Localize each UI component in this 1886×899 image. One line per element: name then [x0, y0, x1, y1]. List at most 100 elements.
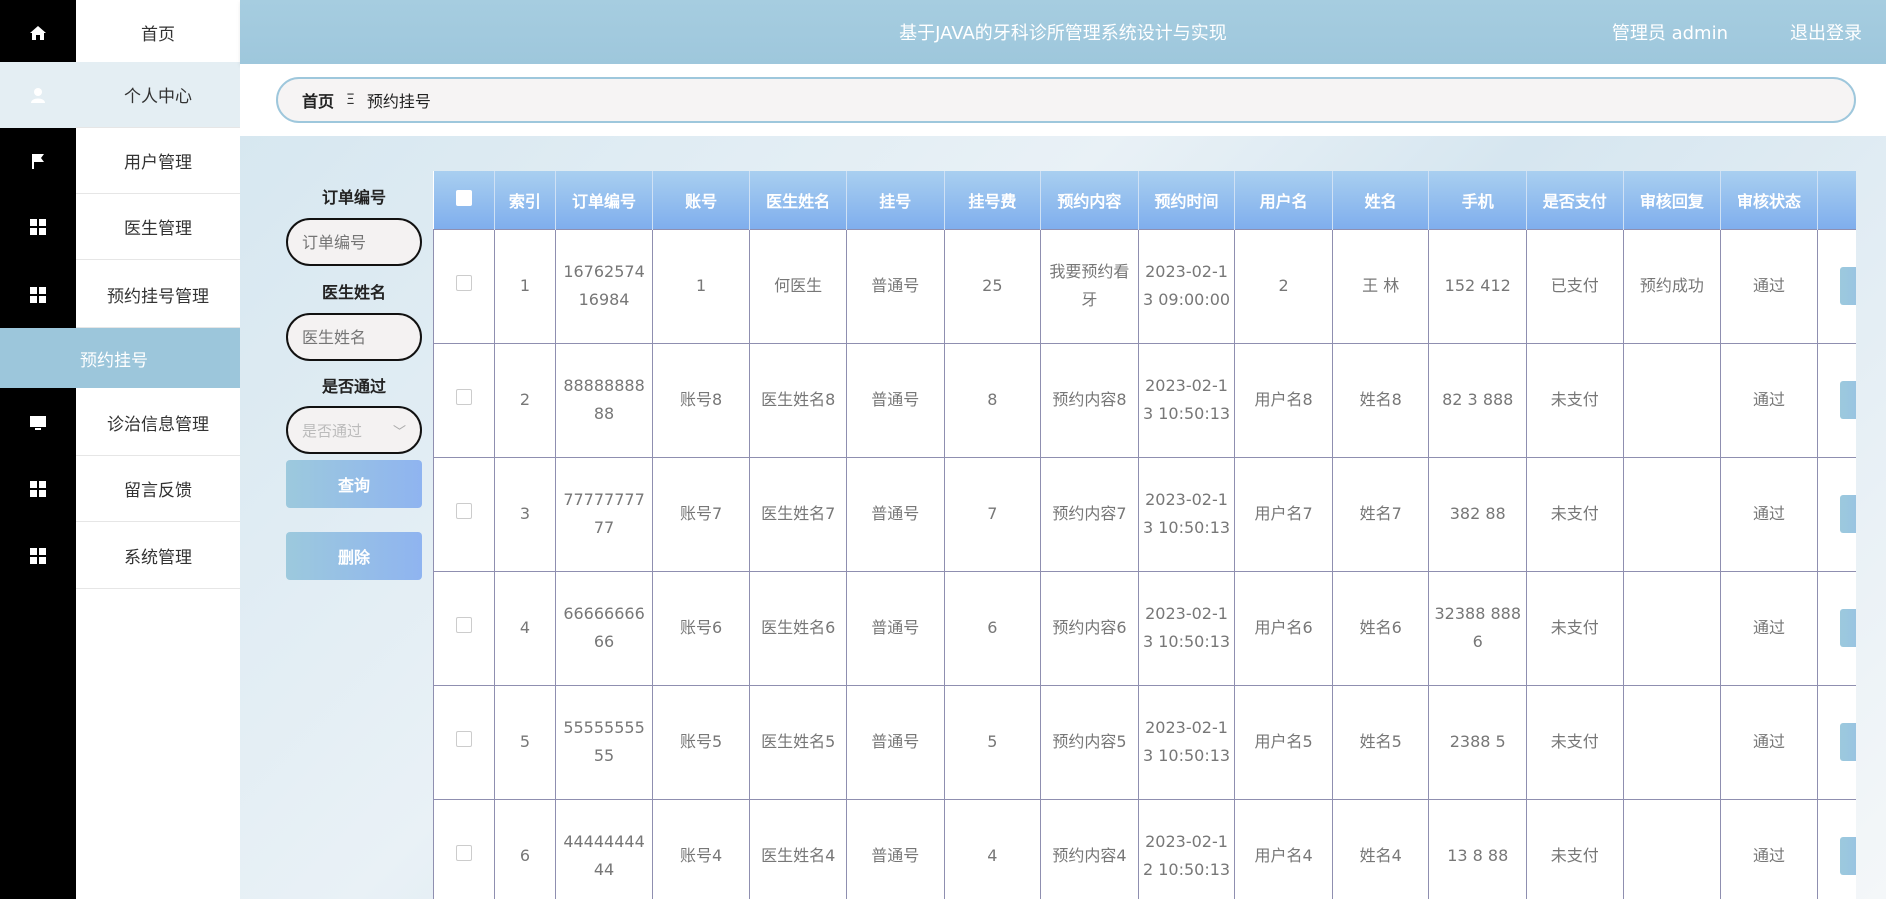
approval-select[interactable]: 是否通过 ﹀ [286, 406, 422, 454]
column-header-actions [1817, 171, 1856, 229]
cell-phone: 152 412 [1428, 228, 1528, 344]
cell-name: 姓名4 [1331, 798, 1430, 899]
cell-paid: 已支付 [1526, 228, 1624, 344]
breadcrumb-home[interactable]: 首页 [302, 88, 334, 112]
row-checkbox[interactable] [455, 731, 472, 747]
row-actions-cell: 详 [1816, 342, 1856, 458]
cell-order: 4444444444 [555, 798, 653, 899]
table-row[interactable]: 2 8888888888 账号8 医生姓名8 普通号 8 预约内容8 2023-02-13 1… [433, 342, 1856, 458]
appointment-table-wrapper: 索引 订单编号 账号 医生姓名 挂号 挂号费 预约内容 预约时间 用户名 姓名 … [433, 171, 1856, 899]
chevron-down-icon: ﹀ [392, 425, 406, 440]
row-checkbox[interactable] [455, 275, 472, 291]
cell-paid: 未支付 [1526, 456, 1624, 572]
order-number-input[interactable] [286, 218, 422, 266]
detail-button[interactable]: 详 [1839, 267, 1856, 305]
column-header: 手机 [1428, 171, 1528, 229]
detail-button[interactable]: 详 [1839, 381, 1856, 419]
table-row[interactable]: 1 1676257416984 1 何医生 普通号 25 我要预约看牙 2023-02-13 … [433, 228, 1856, 344]
cell-paid: 未支付 [1526, 798, 1624, 899]
row-select-cell[interactable] [433, 342, 495, 458]
cell-fee: 4 [943, 798, 1042, 899]
sidebar-item-user-management[interactable]: 用户管理 [0, 127, 240, 194]
order-number-label: 订单编号 [321, 188, 386, 207]
table-row[interactable]: 3 7777777777 账号7 医生姓名7 普通号 7 预约内容7 2023-02-13 1… [433, 456, 1856, 572]
cell-content: 预约内容8 [1040, 342, 1139, 458]
sidebar-subitem-appointment[interactable]: 预约挂号 [0, 328, 240, 388]
delete-button[interactable]: 删除 [286, 532, 422, 580]
cell-username: 用户名7 [1234, 456, 1333, 572]
cell-type: 普通号 [845, 570, 945, 686]
row-checkbox[interactable] [455, 503, 472, 519]
cell-time: 2023-02-13 10:50:13 [1137, 342, 1236, 458]
approval-select-placeholder: 是否通过 [302, 421, 363, 440]
row-select-cell[interactable] [433, 228, 495, 344]
cell-reply [1622, 684, 1722, 800]
cell-paid: 未支付 [1526, 684, 1624, 800]
cell-doctor: 医生姓名4 [749, 798, 847, 899]
row-checkbox[interactable] [455, 389, 472, 405]
doctor-name-input[interactable] [286, 313, 422, 361]
cell-time: 2023-02-12 10:50:13 [1137, 798, 1236, 899]
detail-button[interactable]: 详 [1839, 495, 1856, 533]
top-bar: 基于JAVA的牙科诊所管理系统设计与实现 管理员 admin 退出登录 [240, 0, 1886, 64]
column-header: 用户名 [1234, 171, 1333, 229]
sidebar-item-doctor-management[interactable]: 医生管理 [0, 193, 240, 260]
row-select-cell[interactable] [433, 684, 495, 800]
row-actions-cell: 详 [1816, 798, 1856, 899]
table-row[interactable]: 5 5555555555 账号5 医生姓名5 普通号 5 预约内容5 2023-02-13 1… [433, 684, 1856, 800]
user-icon [0, 61, 76, 128]
table-row[interactable]: 6 4444444444 账号4 医生姓名4 普通号 4 预约内容4 2023-02-12 1… [433, 798, 1856, 899]
detail-button[interactable]: 详 [1839, 723, 1856, 761]
detail-button[interactable]: 详 [1839, 837, 1856, 875]
table-row[interactable]: 4 6666666666 账号6 医生姓名6 普通号 6 预约内容6 2023-02-13 1… [433, 570, 1856, 686]
cell-phone: 2388 5 [1428, 684, 1528, 800]
breadcrumb: 首页 Ξ 预约挂号 [276, 77, 1856, 123]
select-all-checkbox[interactable] [455, 189, 472, 206]
row-select-cell[interactable] [433, 456, 495, 572]
cell-content: 预约内容7 [1040, 456, 1139, 572]
cell-status: 通过 [1720, 228, 1818, 344]
logout-link[interactable]: 退出登录 [1790, 0, 1862, 64]
cell-content: 预约内容6 [1040, 570, 1139, 686]
row-checkbox[interactable] [455, 845, 472, 861]
cell-phone: 382 88 [1428, 456, 1528, 572]
cell-name: 姓名6 [1331, 570, 1430, 686]
cell-order: 1676257416984 [555, 228, 653, 344]
grid-icon [0, 455, 76, 522]
cell-name: 姓名7 [1331, 456, 1430, 572]
monitor-icon [0, 389, 76, 456]
select-all-cell[interactable] [433, 171, 495, 229]
sidebar-item-diagnosis-management[interactable]: 诊治信息管理 [0, 389, 240, 456]
cell-index: 1 [493, 228, 557, 344]
cell-name: 姓名5 [1331, 684, 1430, 800]
detail-button[interactable]: 详 [1839, 609, 1856, 647]
sidebar-item-feedback[interactable]: 留言反馈 [0, 455, 240, 522]
column-header: 订单编号 [555, 171, 653, 229]
column-header: 医生姓名 [749, 171, 847, 229]
row-actions-cell: 详 [1816, 228, 1856, 344]
row-actions-cell: 详 [1816, 684, 1856, 800]
sidebar-item-label: 用户管理 [76, 127, 240, 194]
search-button[interactable]: 查询 [286, 460, 422, 508]
row-checkbox[interactable] [455, 617, 472, 633]
doctor-name-label: 医生姓名 [321, 283, 386, 302]
cell-reply [1622, 342, 1722, 458]
sidebar-item-home[interactable]: 首页 [0, 0, 240, 66]
cell-account: 账号8 [651, 342, 751, 458]
sidebar-item-system-management[interactable]: 系统管理 [0, 522, 240, 589]
cell-paid: 未支付 [1526, 570, 1624, 686]
cell-paid: 未支付 [1526, 342, 1624, 458]
cell-doctor: 医生姓名8 [749, 342, 847, 458]
cell-fee: 5 [943, 684, 1042, 800]
cell-order: 7777777777 [555, 456, 653, 572]
cell-status: 通过 [1720, 684, 1818, 800]
sidebar-item-personal-center[interactable]: 个人中心 [0, 61, 240, 128]
appointment-table: 索引 订单编号 账号 医生姓名 挂号 挂号费 预约内容 预约时间 用户名 姓名 … [433, 171, 1856, 899]
sidebar-item-label: 留言反馈 [76, 455, 240, 522]
table-header-row: 索引 订单编号 账号 医生姓名 挂号 挂号费 预约内容 预约时间 用户名 姓名 … [433, 171, 1856, 229]
row-select-cell[interactable] [433, 798, 495, 899]
cell-index: 3 [493, 456, 557, 572]
cell-account: 账号6 [651, 570, 751, 686]
sidebar-item-appointment-management[interactable]: 预约挂号管理 [0, 261, 240, 328]
row-select-cell[interactable] [433, 570, 495, 686]
